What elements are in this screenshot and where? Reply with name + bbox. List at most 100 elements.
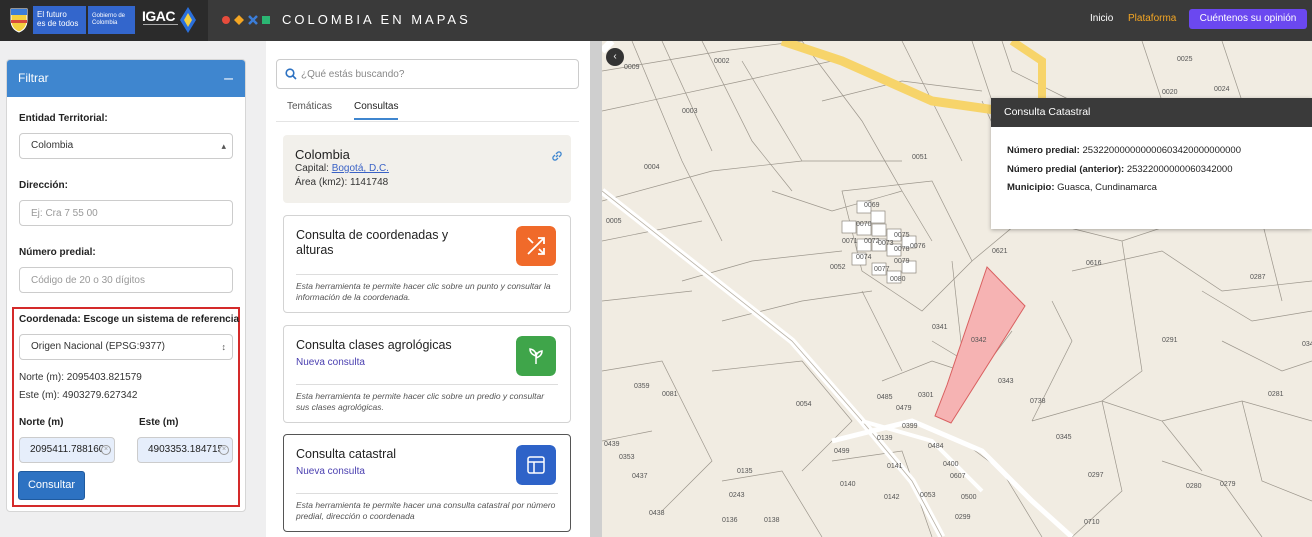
card-description: Esta herramienta te permite hacer clic s…	[296, 391, 545, 412]
svg-text:0297: 0297	[1088, 472, 1104, 479]
svg-text:0499: 0499	[834, 448, 850, 455]
svg-text:0070: 0070	[856, 221, 872, 228]
brand-shapes-icon	[222, 15, 270, 25]
svg-text:0485: 0485	[877, 394, 893, 401]
panel-scrollbar[interactable]	[590, 41, 602, 537]
search-placeholder: ¿Qué estás buscando?	[301, 69, 405, 80]
norte-input-value: 2095411.788160	[30, 444, 105, 455]
svg-text:0009: 0009	[624, 64, 640, 71]
popup-predial: Número predial: 253220000000000603420000…	[1007, 145, 1242, 156]
svg-text:0054: 0054	[796, 401, 812, 408]
svg-text:0500: 0500	[961, 494, 977, 501]
svg-text:0359: 0359	[634, 383, 650, 390]
svg-text:0075: 0075	[894, 232, 910, 239]
card-title: Consulta clases agrológicas	[296, 338, 452, 352]
svg-text:0710: 0710	[1084, 519, 1100, 526]
svg-text:0080: 0080	[890, 276, 906, 283]
search-box[interactable]: ¿Qué estás buscando?	[276, 59, 579, 89]
catastral-popup: Consulta Catastral Número predial: 25322…	[991, 98, 1312, 229]
svg-text:0025: 0025	[1177, 56, 1193, 63]
svg-text:0071: 0071	[842, 238, 858, 245]
entidad-select-value: Colombia	[31, 140, 74, 151]
svg-text:0616: 0616	[1086, 260, 1102, 267]
svg-text:0053: 0053	[920, 492, 936, 499]
svg-text:0051: 0051	[912, 154, 928, 161]
svg-text:0138: 0138	[764, 517, 780, 524]
svg-text:0438: 0438	[649, 510, 665, 517]
este-input[interactable]: 4903353.184715 ×	[137, 437, 233, 463]
coord-system-select[interactable]: Origen Nacional (EPSG:9377) ↕	[19, 334, 233, 360]
tab-tematicas[interactable]: Temáticas	[287, 101, 332, 112]
predial-input[interactable]	[19, 267, 233, 293]
card-agrologicas[interactable]: Consulta clases agrológicas Nueva consul…	[283, 325, 571, 423]
svg-text:0136: 0136	[722, 517, 738, 524]
norte-input-label: Norte (m)	[19, 417, 64, 428]
popup-title: Consulta Catastral	[991, 98, 1312, 127]
svg-text:0342: 0342	[971, 337, 987, 344]
svg-text:0004: 0004	[644, 164, 660, 171]
card-coordenadas[interactable]: Consulta de coordenadas y alturas Esta h…	[283, 215, 571, 313]
svg-text:0301: 0301	[918, 392, 934, 399]
nav-inicio-link[interactable]: Inicio	[1090, 13, 1113, 24]
filter-title: Filtrar	[18, 71, 49, 85]
card-description: Esta herramienta te permite hacer clic s…	[296, 281, 551, 302]
collapse-panel-button[interactable]: ‹	[606, 48, 624, 66]
svg-text:0279: 0279	[1220, 481, 1236, 488]
card-title: Consulta de coordenadas y alturas	[296, 228, 449, 257]
gobierno-badge: Gobierno de Colombia	[88, 6, 135, 34]
direccion-input[interactable]	[19, 200, 233, 226]
igac-logo-text: IGAC	[142, 8, 176, 24]
tab-consultas[interactable]: Consultas	[354, 101, 399, 120]
svg-text:0079: 0079	[894, 258, 910, 265]
country-capital: Capital: Bogotá, D.C.	[295, 163, 389, 174]
svg-text:0343: 0343	[998, 378, 1014, 385]
svg-text:0141: 0141	[887, 463, 903, 470]
svg-text:0073: 0073	[878, 240, 894, 247]
consultar-button[interactable]: Consultar	[18, 471, 85, 500]
svg-text:0024: 0024	[1214, 86, 1230, 93]
svg-text:0353: 0353	[619, 454, 635, 461]
svg-text:0077: 0077	[874, 266, 890, 273]
svg-text:0069: 0069	[864, 202, 880, 209]
card-title: Consulta catastral	[296, 447, 397, 461]
card-divider	[296, 274, 558, 275]
svg-text:0020: 0020	[1162, 89, 1178, 96]
svg-text:0074: 0074	[856, 254, 872, 261]
clear-icon[interactable]: ×	[101, 445, 111, 455]
collapse-minus-icon[interactable]: –	[224, 60, 233, 97]
card-divider	[296, 493, 558, 494]
svg-text:0400: 0400	[943, 461, 959, 468]
svg-text:0399: 0399	[902, 423, 918, 430]
svg-text:0142: 0142	[884, 494, 900, 501]
nav-plataforma-link[interactable]: Plataforma	[1128, 13, 1176, 24]
direccion-label: Dirección:	[19, 180, 68, 191]
search-icon	[285, 68, 297, 80]
svg-text:0243: 0243	[729, 492, 745, 499]
svg-text:0076: 0076	[910, 243, 926, 250]
svg-text:0291: 0291	[1162, 337, 1178, 344]
filter-header[interactable]: Filtrar –	[7, 60, 245, 97]
svg-text:0607: 0607	[950, 473, 966, 480]
svg-text:0479: 0479	[896, 405, 912, 412]
country-area: Área (km2): 1141748	[295, 177, 389, 188]
layout-icon	[516, 445, 556, 485]
opinion-button[interactable]: Cuéntenos su opinión	[1189, 9, 1307, 29]
igac-logo-icon	[180, 7, 196, 33]
plant-icon	[516, 336, 556, 376]
capital-link[interactable]: Bogotá, D.C.	[332, 163, 389, 174]
svg-text:0003: 0003	[682, 108, 698, 115]
norte-input[interactable]: 2095411.788160 ×	[19, 437, 115, 463]
clear-icon[interactable]: ×	[219, 445, 229, 455]
svg-text:0081: 0081	[662, 391, 678, 398]
link-icon[interactable]	[550, 149, 564, 163]
colombia-shield-icon	[10, 8, 28, 33]
entidad-select[interactable]: Colombia ▴	[19, 133, 233, 159]
nueva-consulta-link[interactable]: Nueva consulta	[296, 466, 365, 477]
card-catastral[interactable]: Consulta catastral Nueva consulta Esta h…	[283, 434, 571, 532]
svg-text:0078: 0078	[894, 246, 910, 253]
svg-text:0281: 0281	[1268, 391, 1284, 398]
svg-text:0484: 0484	[928, 443, 944, 450]
este-input-label: Este (m)	[139, 417, 179, 428]
nueva-consulta-link[interactable]: Nueva consulta	[296, 357, 365, 368]
popup-anterior: Número predial (anterior): 2532200000006…	[1007, 164, 1233, 175]
